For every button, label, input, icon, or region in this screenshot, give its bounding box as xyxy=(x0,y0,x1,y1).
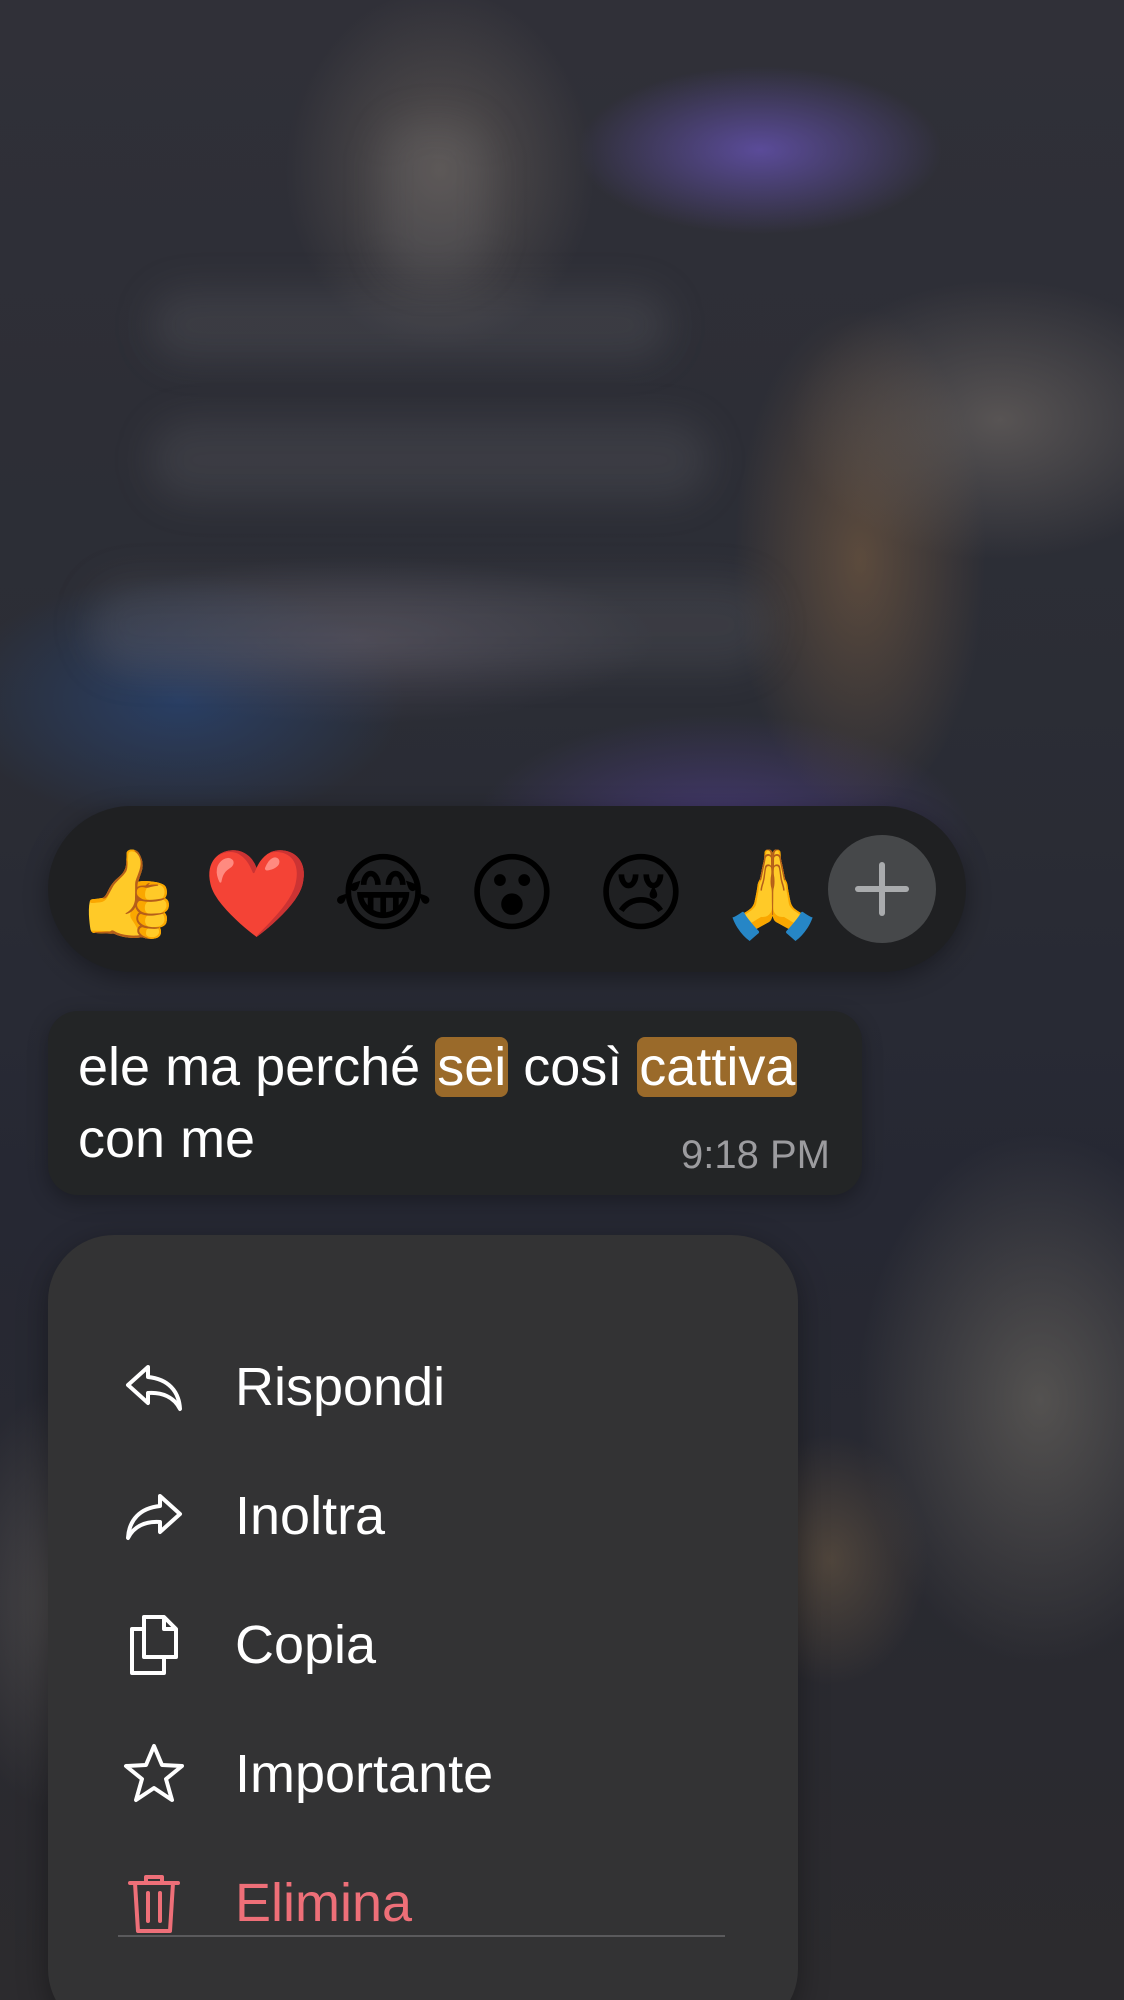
message-bubble[interactable]: ele ma perché sei così cattiva con me 9:… xyxy=(48,1011,862,1195)
trash-icon xyxy=(128,1875,180,1933)
reaction-crying-face[interactable]: 😢 xyxy=(591,844,691,944)
menu-label-delete: Elimina xyxy=(235,1873,413,1933)
reaction-open-mouth[interactable]: 😮 xyxy=(462,844,562,944)
menu-label-forward: Inoltra xyxy=(235,1486,386,1546)
menu-item-copy[interactable]: Copia xyxy=(48,1590,798,1700)
more-reactions-button[interactable] xyxy=(828,835,936,943)
message-text-part: così xyxy=(508,1037,638,1097)
search-highlight: sei xyxy=(435,1037,509,1097)
menu-item-star[interactable]: Importante xyxy=(48,1719,798,1829)
reaction-red-heart[interactable]: ❤️ xyxy=(203,844,310,944)
menu-label-reply: Rispondi xyxy=(235,1357,446,1417)
reply-icon xyxy=(126,1365,182,1411)
menu-label-star: Importante xyxy=(235,1744,494,1804)
message-timestamp: 9:18 PM xyxy=(681,1133,830,1177)
star-icon xyxy=(124,1744,184,1802)
message-text-part: ele ma perché xyxy=(78,1037,436,1097)
forward-icon xyxy=(126,1494,182,1540)
reaction-tears-of-joy[interactable]: 😂 xyxy=(333,844,434,944)
reaction-bar: 👍 ❤️ 😂 😮 😢 🙏 xyxy=(48,806,966,972)
menu-label-copy: Copia xyxy=(235,1615,377,1675)
reaction-folded-hands[interactable]: 🙏 xyxy=(719,844,826,944)
message-context-menu: Rispondi Inoltra Copia Importante Elimin… xyxy=(48,1235,798,2000)
search-highlight: cattiva xyxy=(637,1037,798,1097)
reaction-thumbs-up[interactable]: 👍 xyxy=(74,844,181,944)
menu-item-delete[interactable]: Elimina xyxy=(48,1848,798,1958)
plus-icon xyxy=(855,862,909,916)
menu-item-forward[interactable]: Inoltra xyxy=(48,1461,798,1571)
menu-item-reply[interactable]: Rispondi xyxy=(48,1332,798,1442)
copy-icon xyxy=(130,1615,178,1675)
menu-divider xyxy=(118,1935,725,1937)
message-text-part: con me xyxy=(78,1109,256,1169)
